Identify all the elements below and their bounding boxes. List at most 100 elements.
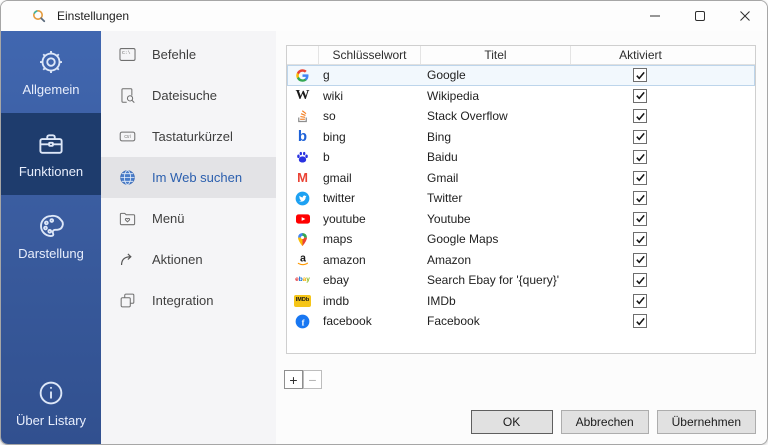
menu-item-menu[interactable]: Menü: [101, 198, 276, 239]
enabled-cell: [570, 191, 710, 206]
column-header-filler: [710, 46, 755, 64]
enabled-checkbox[interactable]: [633, 129, 647, 144]
briefcase-icon: [36, 129, 66, 159]
title-cell: Google: [427, 68, 466, 83]
svg-text:f: f: [302, 317, 305, 327]
remove-keyword-button[interactable]: −: [303, 370, 322, 389]
keyword-cell: b: [323, 150, 330, 165]
enabled-checkbox[interactable]: [633, 211, 647, 226]
enabled-cell: [570, 232, 710, 247]
keyword-cell: so: [323, 109, 336, 124]
table-row[interactable]: g Google: [287, 65, 755, 86]
table-row[interactable]: Mgmail Gmail: [287, 168, 755, 189]
menu-item-im-web-suchen[interactable]: Im Web suchen: [101, 157, 276, 198]
row-icon-cell: [287, 108, 318, 124]
table-row[interactable]: b bing Bing: [287, 127, 755, 148]
row-icon-cell: [287, 149, 318, 165]
enabled-checkbox[interactable]: [633, 252, 647, 267]
ctrl-key-icon: Ctrl: [118, 127, 137, 146]
table-row[interactable]: ebay ebay Search Ebay for '{query}': [287, 270, 755, 291]
menu-item-tastaturkurzel[interactable]: Ctrl Tastaturkürzel: [101, 116, 276, 157]
menu-item-aktionen[interactable]: Aktionen: [101, 239, 276, 280]
add-keyword-button[interactable]: +: [284, 370, 303, 389]
svg-text:a: a: [300, 252, 306, 264]
keyword-cell: g: [323, 68, 330, 83]
enabled-cell: [570, 211, 710, 226]
enabled-checkbox[interactable]: [633, 88, 647, 103]
sidebar-item-label: Über Listary: [15, 413, 87, 428]
check-icon: [635, 133, 645, 141]
integration-icon: [118, 291, 137, 310]
sidebar-item-label: Allgemein: [22, 82, 80, 97]
table-row[interactable]: f facebook Facebook: [287, 311, 755, 332]
keyword-cell: gmail: [323, 170, 352, 185]
check-icon: [635, 92, 645, 100]
table-row[interactable]: maps Google Maps: [287, 229, 755, 250]
main-panel: Schlüsselwort Titel Aktiviert g Google Wwiki…: [276, 31, 767, 444]
row-icon-cell: W: [287, 88, 318, 104]
column-header-titel[interactable]: Titel: [420, 46, 570, 64]
table-row[interactable]: twitter Twitter: [287, 188, 755, 209]
check-icon: [635, 71, 645, 80]
enabled-checkbox[interactable]: [633, 314, 647, 329]
list-edit-buttons: + −: [284, 370, 322, 389]
check-icon: [635, 297, 645, 305]
check-icon: [635, 112, 645, 121]
keyword-cell: facebook: [323, 314, 372, 329]
menu-item-dateisuche[interactable]: Dateisuche: [101, 75, 276, 116]
table-row[interactable]: b Baidu: [287, 147, 755, 168]
window-title: Einstellungen: [57, 9, 130, 23]
row-icon-cell: [287, 211, 318, 227]
maps-icon: [295, 231, 311, 247]
maximize-button[interactable]: [677, 1, 722, 31]
minimize-button[interactable]: [632, 1, 677, 31]
menu-item-befehle[interactable]: C:\ Befehle: [101, 34, 276, 75]
enabled-checkbox[interactable]: [633, 68, 647, 83]
check-icon: [635, 215, 645, 223]
share-arrow-icon: [118, 250, 137, 269]
enabled-checkbox[interactable]: [633, 150, 647, 165]
menu-item-label: Aktionen: [152, 252, 203, 267]
sidebar-item-allgemein[interactable]: Allgemein: [1, 31, 101, 113]
enabled-cell: [570, 170, 710, 185]
window-controls: [632, 1, 767, 31]
enabled-checkbox[interactable]: [633, 191, 647, 206]
ok-button[interactable]: OK: [470, 410, 553, 434]
globe-icon: [118, 168, 137, 187]
keyword-cell: imdb: [323, 293, 350, 308]
enabled-checkbox[interactable]: [633, 273, 647, 288]
cancel-button[interactable]: Abbrechen: [560, 410, 649, 434]
bing-icon: b: [297, 128, 308, 145]
column-header-schlusselwort[interactable]: Schlüsselwort: [318, 46, 420, 64]
enabled-cell: [570, 88, 710, 103]
menu-item-integration[interactable]: Integration: [101, 280, 276, 321]
row-icon-cell: [287, 231, 318, 247]
check-icon: [635, 235, 645, 244]
youtube-icon: [295, 211, 311, 227]
apply-button[interactable]: Übernehmen: [656, 410, 756, 434]
command-window-icon: C:\: [118, 45, 137, 64]
sidebar-item-darstellung[interactable]: Darstellung: [1, 195, 101, 277]
column-header-icon[interactable]: [287, 46, 318, 64]
sidebar-item-uber-listary[interactable]: Über Listary: [1, 362, 101, 444]
table-row[interactable]: IMDb imdb IMDb: [287, 291, 755, 312]
table-row[interactable]: Wwiki Wikipedia: [287, 86, 755, 107]
title-cell: Bing: [427, 129, 452, 144]
web-search-table: Schlüsselwort Titel Aktiviert g Google Wwiki…: [286, 45, 756, 354]
enabled-checkbox[interactable]: [633, 232, 647, 247]
close-button[interactable]: [722, 1, 767, 31]
sidebar-item-funktionen[interactable]: Funktionen: [1, 113, 101, 195]
enabled-checkbox[interactable]: [633, 170, 647, 185]
close-icon: [739, 11, 750, 21]
table-row[interactable]: youtube Youtube: [287, 209, 755, 230]
enabled-cell: [570, 150, 710, 165]
row-icon-cell: ebay: [287, 272, 318, 288]
listary-logo-icon: [31, 8, 47, 24]
row-icon-cell: b: [287, 129, 318, 145]
column-header-aktiviert[interactable]: Aktiviert: [570, 46, 710, 64]
menu-item-label: Befehle: [152, 47, 197, 62]
enabled-checkbox[interactable]: [633, 109, 647, 124]
table-row[interactable]: so Stack Overflow: [287, 106, 755, 127]
table-row[interactable]: a amazon Amazon: [287, 250, 755, 271]
enabled-checkbox[interactable]: [633, 293, 647, 308]
